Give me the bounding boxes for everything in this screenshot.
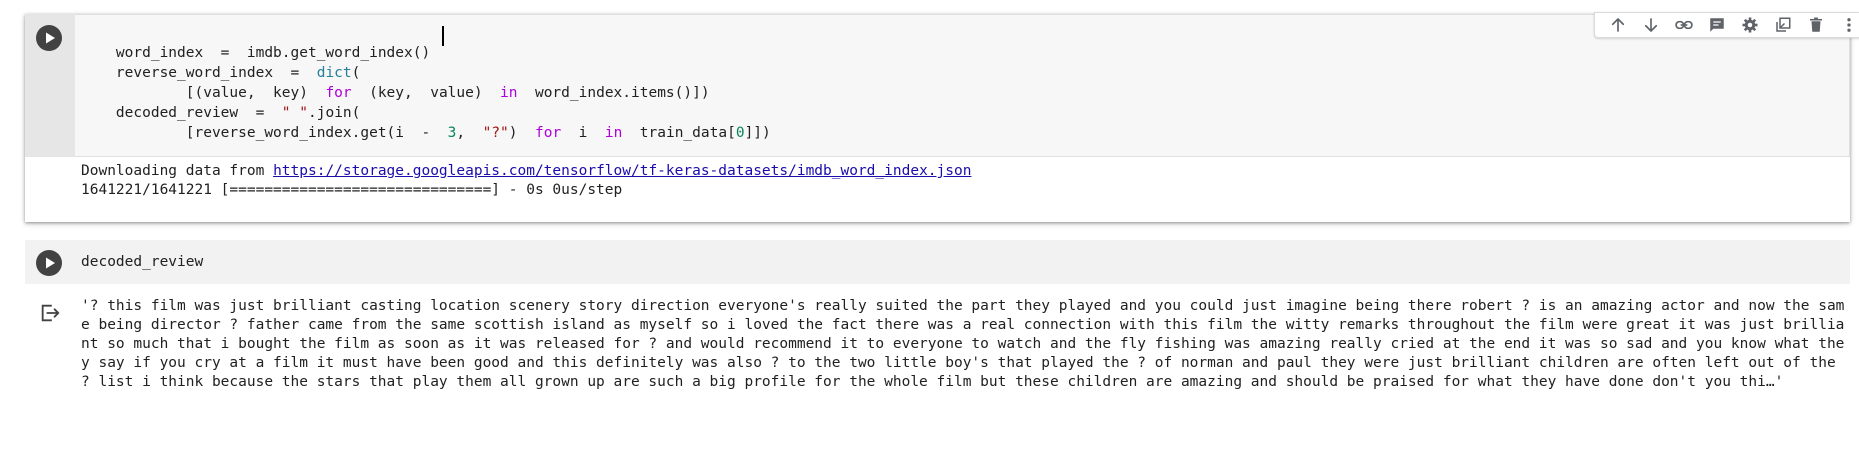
- code-text: i: [561, 125, 605, 141]
- code-text: [reverse_word_index.get(i -: [115, 125, 448, 141]
- cell-toolbar: [1594, 12, 1859, 38]
- number-token: 0: [735, 125, 745, 141]
- code-line-3[interactable]: [(value, key) for (key, value) in word_i…: [81, 63, 710, 101]
- code-cell-active[interactable]: word_index = imdb.get_word_index() rever…: [25, 12, 1859, 222]
- play-icon: [46, 257, 55, 269]
- code-editor[interactable]: [25, 240, 1850, 284]
- output-actions-icon[interactable]: [39, 302, 61, 324]
- run-cell-button[interactable]: [36, 250, 62, 276]
- arrow-up-icon[interactable]: [1607, 14, 1629, 36]
- cell-output: Downloading data from https://storage.go…: [25, 157, 1850, 222]
- download-message: Downloading data from https://storage.go…: [81, 161, 971, 181]
- play-icon: [46, 32, 55, 44]
- code-text: ): [508, 125, 535, 141]
- code-text: (key, value): [351, 85, 501, 101]
- code-line-2[interactable]: reverse_word_index = dict(: [81, 43, 360, 81]
- code-line-1[interactable]: word_index = imdb.get_word_index(): [81, 23, 430, 61]
- more-vert-icon[interactable]: [1838, 14, 1859, 36]
- code-line-4[interactable]: decoded_review = " ".join(: [81, 83, 360, 121]
- code-line-1[interactable]: decoded_review: [81, 252, 203, 272]
- mirror-cell-icon[interactable]: [1772, 14, 1794, 36]
- gear-icon[interactable]: [1739, 14, 1761, 36]
- trash-icon[interactable]: [1805, 14, 1827, 36]
- output-text: Downloading data from: [81, 163, 274, 179]
- text-cursor: [442, 26, 444, 46]
- keyword-token: in: [604, 125, 623, 141]
- cell-output-text: '? this film was just brilliant casting …: [81, 298, 1845, 390]
- code-text: train_data[: [622, 125, 736, 141]
- code-cell[interactable]: decoded_review '? this film was just bri…: [25, 240, 1850, 454]
- string-token: "?": [482, 125, 509, 141]
- link-icon[interactable]: [1673, 14, 1695, 36]
- code-text: ,: [456, 125, 483, 141]
- keyword-token: in: [500, 85, 518, 101]
- code-text: word_index.items()]): [517, 85, 710, 101]
- code-line-5[interactable]: [reverse_word_index.get(i - 3, "?") for …: [81, 103, 771, 141]
- arrow-down-icon[interactable]: [1640, 14, 1662, 36]
- run-cell-button[interactable]: [36, 25, 62, 51]
- download-link[interactable]: https://storage.googleapis.com/tensorflo…: [273, 163, 971, 179]
- comment-icon[interactable]: [1706, 14, 1728, 36]
- code-text: ]]): [744, 125, 771, 141]
- progress-line: 1641221/1641221 [=======================…: [81, 182, 623, 198]
- keyword-token: for: [535, 125, 562, 141]
